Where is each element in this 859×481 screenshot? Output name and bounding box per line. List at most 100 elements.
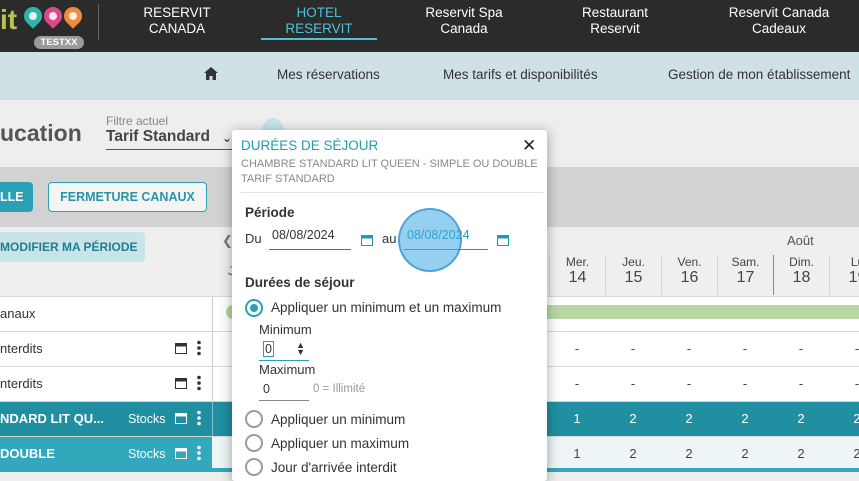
grid-cell[interactable]: 2 xyxy=(605,446,661,461)
grid-cell[interactable]: - xyxy=(773,376,829,391)
day-number: 14 xyxy=(568,269,587,286)
stepper-arrows-icon[interactable]: ▲ ▼ xyxy=(296,341,305,357)
grid-cell[interactable]: 1 xyxy=(549,411,605,426)
day-number: 18 xyxy=(792,269,811,286)
top-bar: it TESTXX RESERVIT CANADA HOTEL RESERVIT… xyxy=(0,0,859,52)
grid-cell[interactable]: - xyxy=(829,341,859,356)
radio-label[interactable]: Jour d'arrivée interdit xyxy=(271,460,397,475)
column-separator xyxy=(212,402,213,437)
grid-cell[interactable]: - xyxy=(773,341,829,356)
more-options-icon[interactable] xyxy=(197,410,201,431)
calendar-icon[interactable] xyxy=(175,446,187,464)
radio-min-max[interactable] xyxy=(245,299,263,317)
spa-pin-icon xyxy=(20,3,46,29)
maximum-hint: 0 = Illimité xyxy=(313,383,366,395)
close-icon[interactable]: ✕ xyxy=(522,136,536,156)
column-separator xyxy=(212,332,213,367)
calendar-icon[interactable] xyxy=(175,341,187,359)
grid-cell[interactable]: - xyxy=(549,341,605,356)
day-number: 15 xyxy=(624,269,643,286)
rate-name: TARIF STANDARD xyxy=(241,173,335,185)
grid-cell[interactable]: - xyxy=(829,376,859,391)
radio-arrival-forbidden[interactable] xyxy=(245,458,263,476)
modifier-periode-button[interactable]: MODIFIER MA PÉRIODE xyxy=(0,232,145,262)
nav-reservit-canada[interactable]: RESERVIT CANADA xyxy=(143,5,210,37)
nav-label: HOTEL RESERVIT xyxy=(285,5,353,36)
day-column: Jeu. 15 xyxy=(605,255,661,295)
grid-cell[interactable]: - xyxy=(661,376,717,391)
grid-cell[interactable]: - xyxy=(717,376,773,391)
divider xyxy=(241,192,543,193)
grid-cell[interactable]: 2 xyxy=(717,411,773,426)
fermeture-canaux-button[interactable]: FERMETURE CANAUX xyxy=(48,182,207,212)
grid-cell[interactable]: 2 xyxy=(829,446,859,461)
grid-cell[interactable]: - xyxy=(549,376,605,391)
nav-reservit-cadeaux[interactable]: Reservit Canada Cadeaux xyxy=(729,5,830,37)
grid-cell[interactable]: 2 xyxy=(661,446,717,461)
day-name: Lu xyxy=(850,255,859,269)
to-date-field[interactable]: 08/08/2024 xyxy=(404,226,488,250)
stocks-label[interactable]: Stocks xyxy=(128,412,166,426)
stocks-label[interactable]: Stocks xyxy=(128,447,166,461)
more-options-icon[interactable] xyxy=(197,375,201,396)
nav-hotel-reservit[interactable]: HOTEL RESERVIT xyxy=(285,5,352,37)
grid-cell[interactable]: 1 xyxy=(549,446,605,461)
grid-cell[interactable]: 2 xyxy=(717,446,773,461)
radio-label[interactable]: Appliquer un maximum xyxy=(271,436,409,451)
grid-cell[interactable]: 2 xyxy=(829,411,859,426)
grid-cell[interactable]: - xyxy=(717,341,773,356)
filter-value: Tarif Standard xyxy=(106,128,210,145)
maximum-field[interactable]: 0 xyxy=(259,379,309,401)
nav-reservit-spa[interactable]: Reservit Spa Canada xyxy=(425,5,502,37)
radio-label[interactable]: Appliquer un minimum xyxy=(271,412,405,427)
column-separator xyxy=(212,297,213,332)
minimum-stepper[interactable]: 0 ▲ ▼ xyxy=(259,339,309,361)
day-column: Lu 19 xyxy=(829,255,859,295)
nav-restaurant-reservit[interactable]: Restaurant Reservit xyxy=(582,5,648,37)
grid-cell[interactable]: 2 xyxy=(773,411,829,426)
day-name: Ven. xyxy=(677,255,702,269)
link-mes-reservations[interactable]: Mes réservations xyxy=(277,67,380,82)
filter-select[interactable]: Tarif Standard ⌄ xyxy=(106,128,234,150)
nav-label: Reservit Spa Canada xyxy=(425,5,503,36)
radio-max[interactable] xyxy=(245,434,263,452)
nav-label: Reservit Canada Cadeaux xyxy=(728,5,830,36)
grid-cell[interactable]: - xyxy=(661,341,717,356)
grid-cell[interactable]: 2 xyxy=(773,446,829,461)
grid-cell[interactable]: - xyxy=(605,376,661,391)
action-button[interactable]: LLE xyxy=(0,182,33,212)
radio-label[interactable]: Appliquer un minimum et un maximum xyxy=(271,300,501,315)
day-name: Jeu. xyxy=(622,255,645,269)
calendar-icon[interactable] xyxy=(175,411,187,429)
dialog-title: DURÉES DE SÉJOUR xyxy=(241,138,379,153)
month-label: Août xyxy=(787,233,814,248)
minimum-value: 0 xyxy=(263,341,274,357)
active-nav-indicator xyxy=(261,38,377,40)
calendar-icon[interactable] xyxy=(361,233,373,251)
calendar-icon[interactable] xyxy=(497,233,509,251)
grid-cell[interactable]: - xyxy=(605,341,661,356)
grid-cell[interactable]: 2 xyxy=(661,411,717,426)
link-tarifs-disponibilites[interactable]: Mes tarifs et disponibilités xyxy=(443,67,598,82)
column-separator xyxy=(212,367,213,402)
more-options-icon[interactable] xyxy=(197,340,201,361)
nav-label: Restaurant Reservit xyxy=(581,5,649,36)
period-heading: Période xyxy=(245,205,295,220)
link-gestion-etablissement[interactable]: Gestion de mon établissement xyxy=(668,67,850,82)
nav-label: RESERVIT CANADA xyxy=(143,5,211,36)
home-icon[interactable] xyxy=(203,66,219,86)
radio-min[interactable] xyxy=(245,410,263,428)
day-column: Sam. 17 xyxy=(717,255,773,295)
day-number: 16 xyxy=(680,269,699,286)
row-label: nterdits xyxy=(0,341,43,356)
day-column: Mer. 14 xyxy=(549,255,605,295)
day-column: Ven. 16 xyxy=(661,255,717,295)
durations-heading: Durées de séjour xyxy=(245,275,355,290)
chevron-down-icon: ⌄ xyxy=(221,131,232,145)
sub-nav: Mes réservations Mes tarifs et disponibi… xyxy=(0,52,859,100)
from-date-field[interactable]: 08/08/2024 xyxy=(269,226,351,250)
more-options-icon[interactable] xyxy=(197,445,201,466)
calendar-icon[interactable] xyxy=(175,376,187,394)
from-label: Du xyxy=(245,231,262,246)
grid-cell[interactable]: 2 xyxy=(605,411,661,426)
